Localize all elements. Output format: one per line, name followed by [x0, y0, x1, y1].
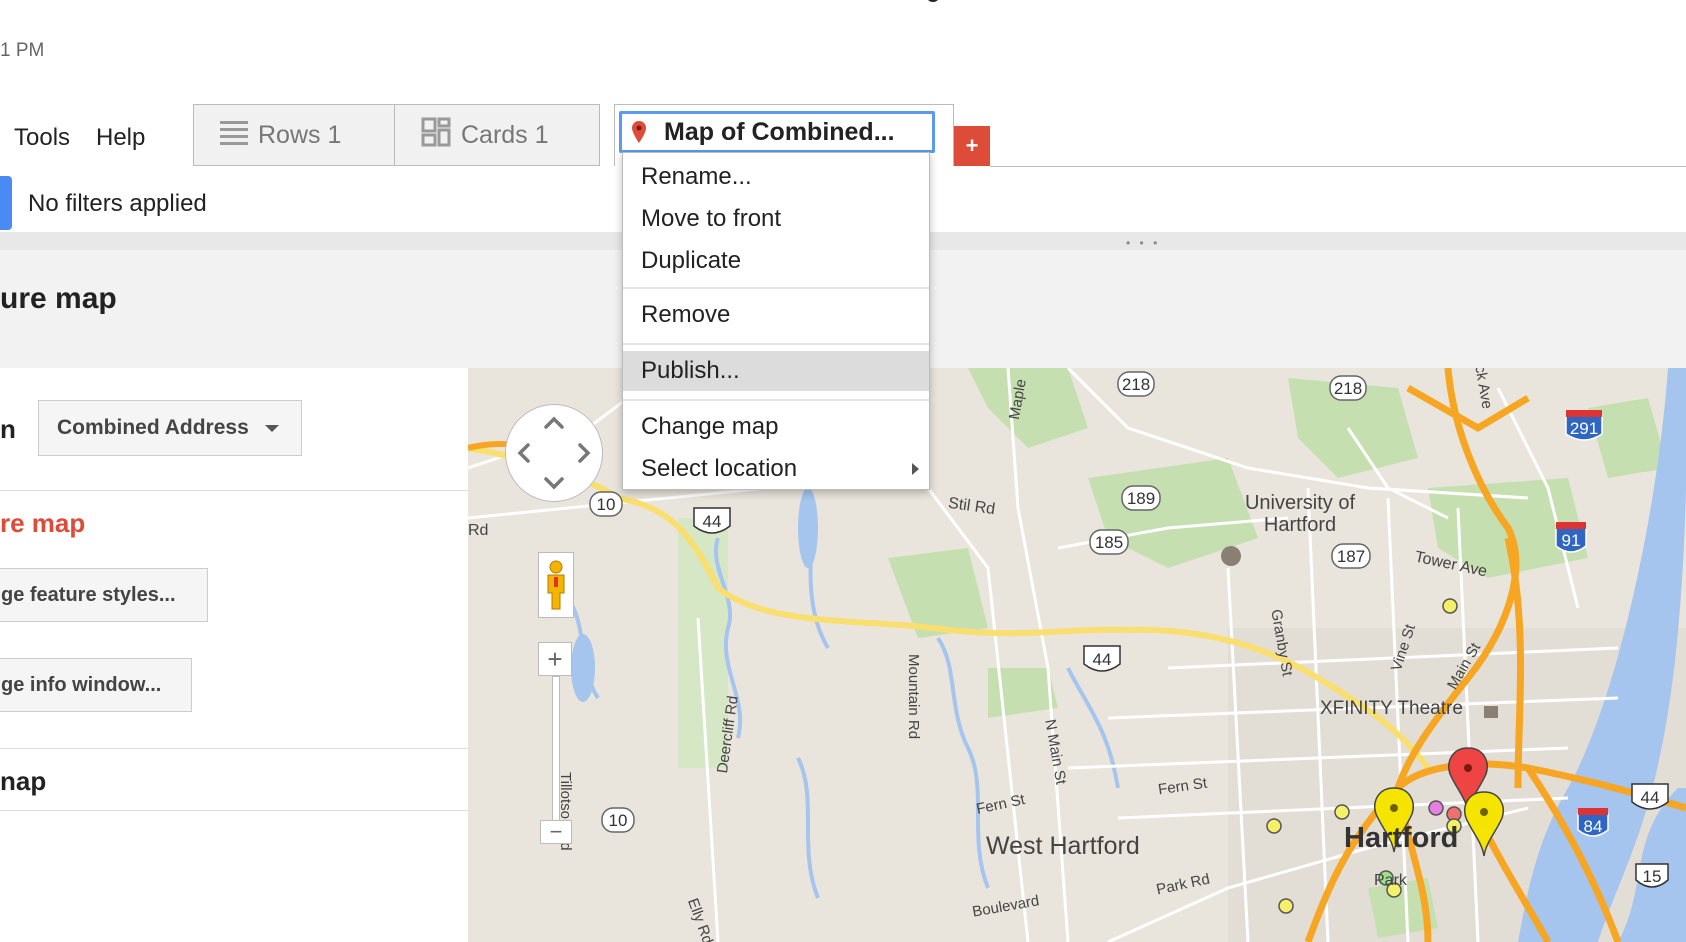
- location-column-value: Combined Address: [57, 416, 249, 439]
- cards-icon: [421, 117, 451, 154]
- menu-separator: [623, 287, 929, 289]
- svg-text:44: 44: [1641, 788, 1660, 807]
- route-shield: 15: [1635, 863, 1669, 888]
- rows-icon: [220, 118, 248, 153]
- pan-left-icon[interactable]: [517, 443, 530, 463]
- svg-text:84: 84: [1584, 817, 1603, 836]
- map-label-university: University of Hartford: [1244, 492, 1356, 536]
- svg-text:44: 44: [703, 512, 722, 531]
- zoom-slider[interactable]: [552, 676, 560, 828]
- route-shield: 44: [693, 507, 731, 534]
- menu-item-rename[interactable]: Rename...: [623, 157, 929, 197]
- route-shield: 218: [1117, 371, 1155, 397]
- map-marker[interactable]: [1334, 804, 1350, 820]
- change-feature-styles-button[interactable]: ge feature styles...: [0, 568, 208, 622]
- filter-button[interactable]: [0, 176, 12, 230]
- svg-text:187: 187: [1337, 547, 1365, 566]
- route-shield: 218: [1329, 375, 1367, 401]
- divider: [0, 810, 468, 811]
- route-shield: 91: [1555, 522, 1587, 553]
- pan-control[interactable]: [505, 404, 603, 502]
- panel-title: ure map: [0, 282, 117, 315]
- map-heading: nap: [0, 766, 47, 796]
- resize-grip-icon[interactable]: • • •: [1126, 236, 1160, 250]
- feature-map-heading: re map: [0, 508, 86, 538]
- menu-item-remove[interactable]: Remove: [623, 295, 929, 335]
- location-label: n: [0, 414, 16, 444]
- tab-map-label: Map of Combined...: [664, 117, 895, 146]
- change-info-window-button[interactable]: ge info window...: [0, 658, 192, 712]
- menu-tools[interactable]: Tools: [14, 124, 70, 152]
- route-shield: 189: [1121, 485, 1161, 511]
- filter-status: No filters applied: [28, 190, 207, 217]
- map-label-xfinity: XFINITY Theatre: [1320, 698, 1463, 719]
- svg-text:15: 15: [1643, 867, 1662, 886]
- tab-cards-label: Cards 1: [461, 120, 549, 149]
- pan-down-icon[interactable]: [544, 477, 564, 490]
- street-view-pegman-icon[interactable]: [538, 552, 574, 618]
- menu-help[interactable]: Help: [96, 124, 145, 152]
- route-shield: 84: [1577, 808, 1609, 837]
- svg-text:218: 218: [1122, 375, 1150, 394]
- menu-item-change-map[interactable]: Change map: [623, 407, 929, 447]
- map-marker[interactable]: [1278, 898, 1294, 914]
- svg-text:44: 44: [1093, 650, 1112, 669]
- chevron-down-icon: [264, 424, 279, 432]
- route-shield: 10: [601, 807, 635, 833]
- menu-item-select-location-label: Select location: [641, 455, 798, 482]
- tab-cards[interactable]: Cards 1: [394, 104, 600, 166]
- location-column-select[interactable]: Combined Address: [38, 400, 302, 456]
- map-marker[interactable]: [1266, 818, 1282, 834]
- street-label: Rd: [468, 522, 489, 539]
- university-icon: [1221, 546, 1241, 566]
- tab-rows[interactable]: Rows 1: [193, 104, 395, 166]
- zoom-out-button[interactable]: −: [540, 819, 572, 844]
- divider: [0, 748, 468, 749]
- svg-text:185: 185: [1095, 533, 1123, 552]
- zoom-in-button[interactable]: +: [538, 642, 572, 676]
- route-shield: 185: [1089, 529, 1129, 555]
- menu-item-duplicate[interactable]: Duplicate: [623, 241, 929, 281]
- svg-text:218: 218: [1334, 379, 1362, 398]
- menu-separator: [623, 343, 929, 345]
- pan-right-icon[interactable]: [578, 443, 591, 463]
- theatre-icon: [1484, 706, 1498, 718]
- street-label: Mountain Rd: [905, 654, 922, 740]
- svg-text:189: 189: [1127, 489, 1155, 508]
- menu-item-select-location[interactable]: Select location: [623, 449, 929, 489]
- menu-separator: [623, 399, 929, 401]
- route-shield: 44: [1083, 645, 1121, 672]
- map-pin-icon: [632, 121, 646, 143]
- route-shield: 44: [1631, 783, 1669, 810]
- divider: [0, 490, 468, 491]
- menu-item-move-to-front[interactable]: Move to front: [623, 199, 929, 239]
- pan-up-icon[interactable]: [544, 416, 564, 429]
- tab-rows-label: Rows 1: [258, 120, 342, 149]
- tab-context-menu: Rename... Move to front Duplicate Remove…: [622, 152, 930, 490]
- svg-text:291: 291: [1570, 419, 1598, 438]
- svg-text:10: 10: [609, 811, 628, 830]
- route-shield: 187: [1331, 543, 1371, 569]
- submenu-arrow-icon: [912, 463, 919, 475]
- title-fragment: [926, 0, 940, 2]
- svg-text:91: 91: [1562, 531, 1581, 550]
- map-marker[interactable]: [1442, 598, 1458, 614]
- map-label-park: Park: [1374, 872, 1407, 889]
- route-shield: 291: [1565, 410, 1603, 441]
- map-label-hartford: Hartford: [1344, 822, 1459, 854]
- tab-divider: [990, 166, 1686, 167]
- menu-item-publish[interactable]: Publish...: [623, 351, 929, 391]
- add-tab-button[interactable]: +: [954, 126, 990, 166]
- map-label-west-hartford: West Hartford: [986, 832, 1140, 860]
- map-marker[interactable]: [1428, 800, 1444, 816]
- last-saved-timestamp: 1 PM: [0, 40, 45, 61]
